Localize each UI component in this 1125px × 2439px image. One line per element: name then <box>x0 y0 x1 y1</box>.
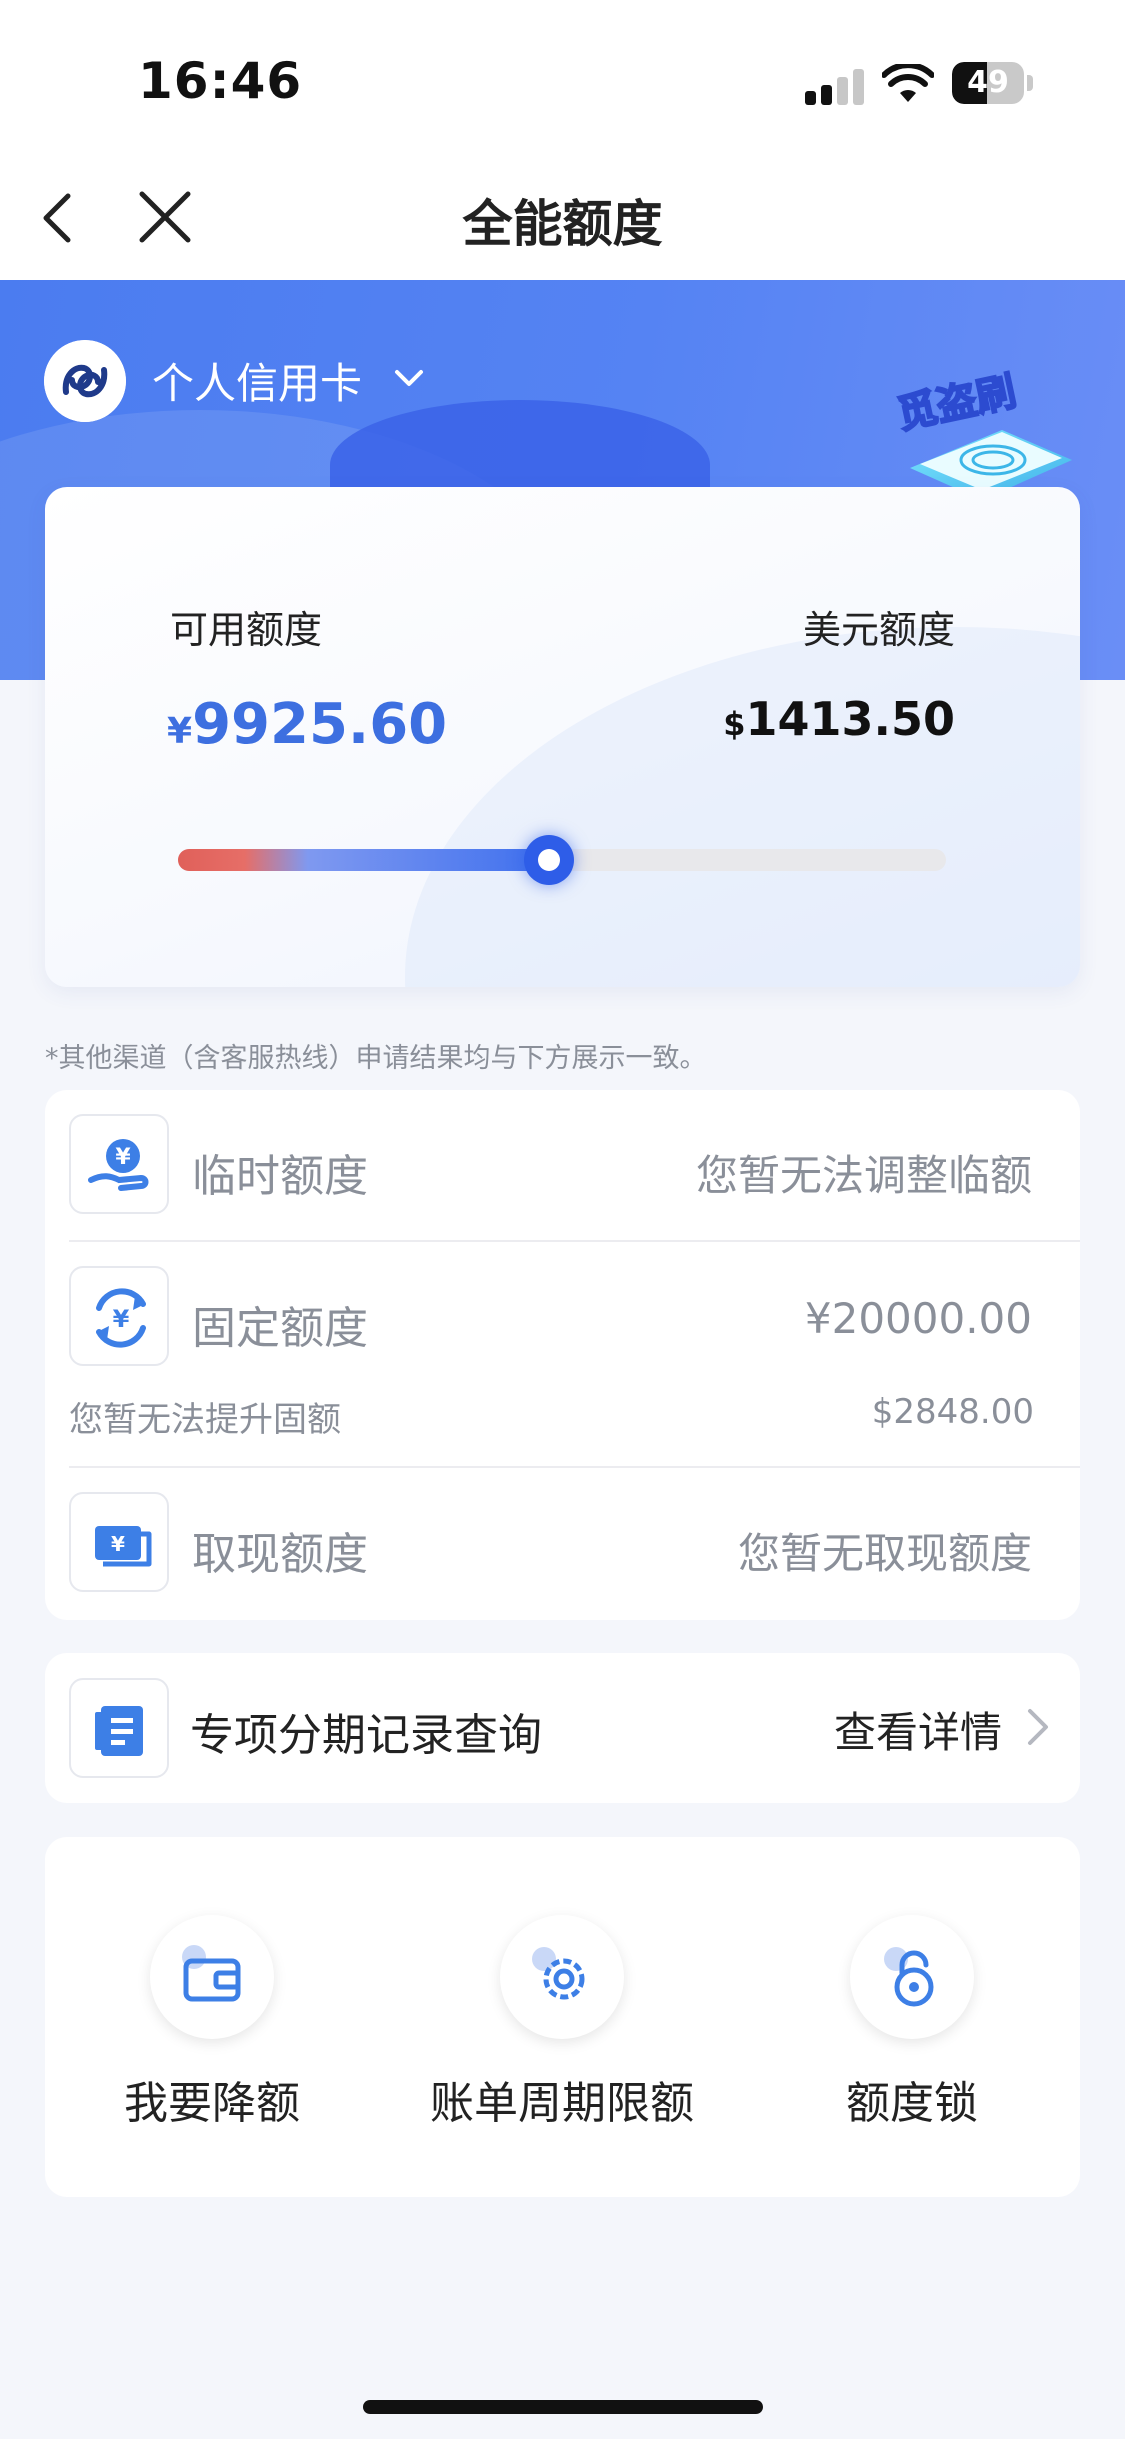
fixed-limit-title: 固定额度 <box>192 1303 368 1354</box>
bank-logo-icon <box>44 340 126 422</box>
divider <box>69 1466 1080 1468</box>
lock-icon <box>850 1915 974 2039</box>
available-amount-value: 9925.60 <box>192 692 448 757</box>
divider <box>69 1240 1080 1242</box>
fixed-limit-note: 您暂无法提升固额 <box>69 1400 341 1440</box>
status-bar: 16:46 49 <box>0 0 1125 150</box>
usd-limit-label: 美元额度 <box>802 608 955 652</box>
cash-limit-title: 取现额度 <box>192 1529 368 1580</box>
gear-icon <box>500 1915 624 2039</box>
svg-text:¥: ¥ <box>115 1145 131 1170</box>
limit-usage-bar <box>178 835 946 885</box>
billing-cycle-limit-button[interactable]: 账单周期限额 <box>412 1915 712 2131</box>
fixed-limit-usd: $2848.00 <box>871 1392 1034 1432</box>
svg-text:¥: ¥ <box>111 1532 125 1556</box>
usage-bar-knob <box>523 835 574 885</box>
usd-limit-amount: $1413.50 <box>723 692 955 746</box>
fixed-limit-value: ¥20000.00 <box>804 1294 1032 1343</box>
document-icon <box>69 1678 169 1778</box>
yuan-hand-icon: ¥ <box>69 1114 169 1214</box>
billing-cycle-limit-label: 账单周期限额 <box>430 2078 694 2129</box>
available-limit-label: 可用额度 <box>170 608 323 652</box>
installment-record-title: 专项分期记录查询 <box>190 1710 542 1761</box>
battery-tip <box>1027 75 1033 91</box>
home-indicator <box>363 2400 763 2414</box>
card-decoration <box>405 627 1080 987</box>
view-details-link[interactable]: 查看详情 <box>834 1699 1002 1760</box>
wifi-icon <box>882 64 934 102</box>
limit-types-list: ¥ 临时额度 您暂无法调整临额 ¥ 固定额度 ¥20000.00 您暂无法提升固… <box>45 1090 1080 1620</box>
currency-symbol: $ <box>723 705 746 743</box>
card-type-selector[interactable]: 个人信用卡 <box>152 350 362 411</box>
disclaimer-note: *其他渠道（含客服热线）申请结果均与下方展示一致。 <box>45 1043 707 1074</box>
usage-bar-fill <box>178 849 549 871</box>
wallet-icon <box>150 1915 274 2039</box>
currency-symbol: ¥ <box>167 711 193 752</box>
chevron-right-icon <box>1028 1709 1048 1745</box>
signal-icon <box>805 67 865 105</box>
battery-level: 49 <box>967 65 1009 100</box>
status-time: 16:46 <box>138 52 303 110</box>
chevron-down-icon[interactable] <box>392 362 426 396</box>
limit-lock-label: 额度锁 <box>846 2078 978 2129</box>
reduce-limit-label: 我要降额 <box>124 2078 300 2129</box>
available-limit-amount: ¥9925.60 <box>167 692 447 757</box>
temporary-limit-title: 临时额度 <box>192 1151 368 1202</box>
battery-icon: 49 <box>952 62 1024 104</box>
reduce-limit-button[interactable]: 我要降额 <box>62 1915 362 2131</box>
cash-note-icon: ¥ <box>69 1492 169 1592</box>
quick-actions-card: 我要降额 账单周期限额 额度锁 <box>45 1837 1080 2197</box>
installment-record-row[interactable]: 专项分期记录查询 查看详情 <box>45 1653 1080 1803</box>
badge-text: 觅盗刷 <box>893 368 1020 438</box>
page-title: 全能额度 <box>462 195 663 253</box>
svg-text:¥: ¥ <box>113 1305 130 1333</box>
cash-limit-value: 您暂无取现额度 <box>737 1529 1032 1578</box>
limit-summary-card: 可用额度 美元额度 ¥9925.60 $1413.50 <box>45 487 1080 987</box>
yuan-cycle-icon: ¥ <box>69 1266 169 1366</box>
nav-bar: 全能额度 <box>0 150 1125 280</box>
usd-amount-value: 1413.50 <box>745 692 955 746</box>
temporary-limit-value: 您暂无法调整临额 <box>695 1151 1032 1200</box>
limit-lock-button[interactable]: 额度锁 <box>762 1915 1062 2131</box>
